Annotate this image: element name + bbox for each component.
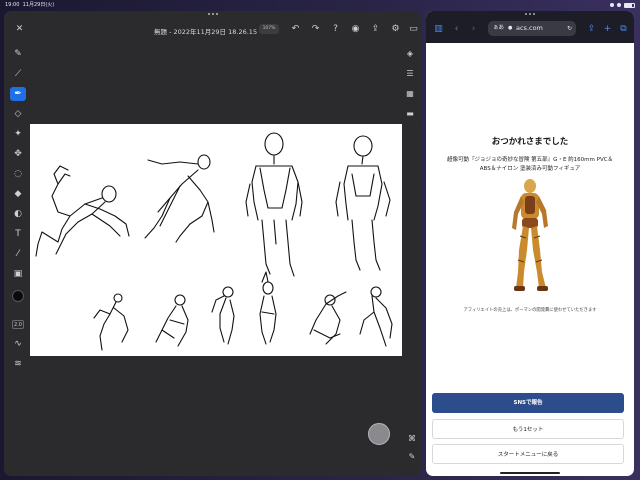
help-icon[interactable]: ? xyxy=(330,24,341,35)
page-heading: おつかれさまでした xyxy=(491,137,569,147)
sidebar-toggle-icon[interactable]: ▭ xyxy=(408,24,419,35)
multitasking-handle[interactable] xyxy=(525,13,535,15)
forward-icon[interactable]: › xyxy=(468,24,479,34)
sketch-figure xyxy=(335,135,391,271)
grid-icon[interactable]: ▦ xyxy=(403,87,417,101)
smudge-icon[interactable]: ⟋ xyxy=(10,67,26,81)
pen-icon[interactable]: ✒ xyxy=(10,87,26,101)
product-name[interactable]: 超像可動『ジョジョの奇妙な冒険 第五部』G・E 約160mm PVC＆ ABS＆… xyxy=(444,156,616,173)
battery-icon xyxy=(624,2,635,8)
back-icon[interactable]: ‹ xyxy=(451,24,462,34)
sketch-figure xyxy=(93,293,129,351)
drawing-toolbar: ✕ 無題 - 2022年11月29日 18.26.15 107% ↶ ↷ ? ◉… xyxy=(4,19,421,41)
browser-window: ▥ ‹ › ぁあ ● acs.com ↻ ⇪ + ⧉ おつかれさまでした 超像可… xyxy=(426,11,634,476)
sketch-figure xyxy=(259,271,277,345)
account-icon[interactable]: ◉ xyxy=(350,24,361,35)
lasso-icon[interactable]: ◌ xyxy=(10,167,26,181)
product-image[interactable] xyxy=(506,176,554,294)
sidebar-icon[interactable]: ▥ xyxy=(433,24,444,34)
pressure-icon[interactable]: ≋ xyxy=(10,357,26,371)
gesture-sketches xyxy=(35,132,393,351)
reader-options[interactable]: ぁあ xyxy=(493,21,504,36)
floating-action-button[interactable] xyxy=(368,423,390,445)
sketch-figure xyxy=(35,165,130,257)
liquify-icon[interactable]: ✦ xyxy=(10,127,26,141)
undo-icon[interactable]: ↶ xyxy=(290,24,301,35)
redo-icon[interactable]: ↷ xyxy=(310,24,321,35)
browser-toolbar: ▥ ‹ › ぁあ ● acs.com ↻ ⇪ + ⧉ xyxy=(426,11,634,43)
settings-icon[interactable]: ⚙ xyxy=(390,24,401,35)
share-sns-button[interactable]: SNSで報告 xyxy=(432,393,624,413)
address-bar[interactable]: ぁあ ● acs.com ↻ xyxy=(488,21,576,36)
transform-icon[interactable]: ✥ xyxy=(10,147,26,161)
tabs-overview-icon[interactable]: ⧉ xyxy=(618,24,629,34)
fill-icon[interactable]: ◆ xyxy=(10,187,26,201)
lock-icon: ● xyxy=(508,25,513,31)
brush-size[interactable]: 2.0 xyxy=(12,320,24,329)
drawing-canvas[interactable] xyxy=(30,124,402,356)
gesture-icon[interactable]: ⌘ xyxy=(406,433,418,445)
color-swatch[interactable] xyxy=(12,290,24,302)
comment-icon[interactable]: ▬ xyxy=(403,107,417,121)
layers-icon[interactable]: ◈ xyxy=(403,47,417,61)
home-indicator xyxy=(500,472,560,474)
sketch-figure xyxy=(309,291,347,345)
multitasking-handle[interactable] xyxy=(207,13,218,15)
reload-icon[interactable]: ↻ xyxy=(567,21,572,36)
status-time: 19:00 xyxy=(5,2,20,8)
image-icon[interactable]: ▣ xyxy=(10,267,26,281)
back-to-menu-button[interactable]: スタートメニューに戻る xyxy=(432,444,624,464)
brush-icon[interactable]: ✎ xyxy=(10,47,26,61)
affiliate-disclaimer: アフィリエイトの売上は、ポーマンの開発費に使わせていただきます xyxy=(463,308,597,313)
document-title[interactable]: 無題 - 2022年11月29日 18.26.15 xyxy=(154,26,257,36)
eyedropper-icon[interactable]: ⁄ xyxy=(10,247,26,261)
share-icon[interactable]: ⇪ xyxy=(370,24,381,35)
signal-icon xyxy=(617,3,621,7)
stabilizer-icon[interactable]: ∿ xyxy=(10,337,26,351)
status-bar: 19:00 11月29日(火) xyxy=(0,0,640,10)
eraser-icon[interactable]: ◇ xyxy=(10,107,26,121)
ipad-screen: 19:00 11月29日(火) ✕ 無題 - 2022年11月29日 18.26… xyxy=(0,0,640,480)
adjustments-icon[interactable]: ☰ xyxy=(403,67,417,81)
edit-icon[interactable]: ✎ xyxy=(406,451,418,463)
wifi-icon xyxy=(610,3,614,7)
zoom-level[interactable]: 107% xyxy=(259,24,279,34)
share-icon[interactable]: ⇪ xyxy=(586,24,597,34)
new-tab-icon[interactable]: + xyxy=(602,24,613,34)
sketch-figure xyxy=(155,294,189,347)
url-text[interactable]: acs.com xyxy=(516,21,543,36)
one-more-set-button[interactable]: もう1セット xyxy=(432,419,624,439)
close-icon[interactable]: ✕ xyxy=(14,24,25,35)
sketch-figure xyxy=(245,132,303,277)
sketch-figure xyxy=(211,286,235,345)
text-icon[interactable]: T xyxy=(10,227,26,241)
sketch-figure xyxy=(144,154,215,243)
sketch-figure xyxy=(359,286,393,347)
mask-icon[interactable]: ◐ xyxy=(10,207,26,221)
status-date: 11月29日(火) xyxy=(22,2,55,8)
drawing-app-window: ✕ 無題 - 2022年11月29日 18.26.15 107% ↶ ↷ ? ◉… xyxy=(4,11,421,476)
